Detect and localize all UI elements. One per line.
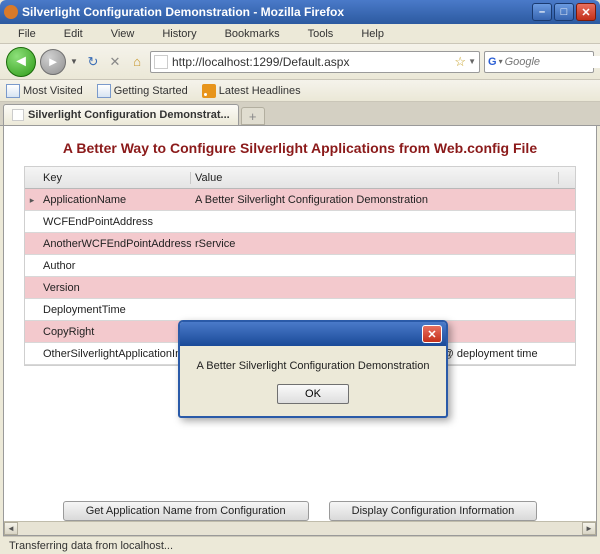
menu-view[interactable]: View <box>97 26 149 42</box>
scroll-right-icon[interactable]: ► <box>582 522 596 535</box>
horizontal-scrollbar[interactable]: ◄ ► <box>4 521 596 535</box>
get-app-name-button[interactable]: Get Application Name from Configuration <box>63 501 309 521</box>
window-title: Silverlight Configuration Demonstration … <box>22 5 532 19</box>
cell-key: ApplicationName <box>39 194 191 206</box>
close-button[interactable]: ✕ <box>576 3 596 21</box>
scroll-left-icon[interactable]: ◄ <box>4 522 18 535</box>
table-row[interactable]: Author <box>25 255 575 277</box>
cell-key: DeploymentTime <box>39 304 191 316</box>
cell-value: rService <box>191 238 559 250</box>
grid-header: Key Value <box>25 167 575 189</box>
dialog-close-button[interactable]: ✕ <box>422 325 442 343</box>
google-icon[interactable]: G <box>488 55 497 69</box>
menu-file[interactable]: File <box>4 26 50 42</box>
cell-key: WCFEndPointAddress <box>39 216 191 228</box>
bookmark-label: Latest Headlines <box>219 85 301 97</box>
cell-key: OtherSilverlightApplicationInfo <box>39 348 191 360</box>
dialog-ok-button[interactable]: OK <box>277 384 349 404</box>
firefox-icon <box>4 5 18 19</box>
menu-tools[interactable]: Tools <box>294 26 348 42</box>
bookmark-label: Getting Started <box>114 85 188 97</box>
bookmark-star-icon[interactable]: ☆ <box>454 54 466 70</box>
menu-help[interactable]: Help <box>347 26 398 42</box>
scroll-track[interactable] <box>18 522 582 535</box>
tab-bar: Silverlight Configuration Demonstrat... … <box>0 102 600 126</box>
table-row[interactable]: Version <box>25 277 575 299</box>
cell-key: Version <box>39 282 191 294</box>
page-icon <box>97 84 111 98</box>
cell-value: A Better Silverlight Configuration Demon… <box>191 194 559 206</box>
navigation-toolbar: ◄ ► ▼ ↻ ✕ ⌂ ☆ ▼ G ▾ <box>0 44 600 80</box>
tab-active[interactable]: Silverlight Configuration Demonstrat... <box>3 104 239 125</box>
search-bar[interactable]: G ▾ <box>484 51 594 73</box>
tab-favicon <box>12 109 24 121</box>
bookmark-getting-started[interactable]: Getting Started <box>97 84 188 98</box>
home-icon[interactable]: ⌂ <box>128 53 146 71</box>
cell-key: Author <box>39 260 191 272</box>
forward-button[interactable]: ► <box>40 49 66 75</box>
status-text: Transferring data from localhost... <box>9 540 173 552</box>
url-input[interactable] <box>172 55 452 69</box>
menu-edit[interactable]: Edit <box>50 26 97 42</box>
table-row[interactable]: DeploymentTime <box>25 299 575 321</box>
table-row[interactable]: ApplicationNameA Better Silverlight Conf… <box>25 189 575 211</box>
url-dropdown-icon[interactable]: ▼ <box>468 57 476 66</box>
page-content: A Better Way to Configure Silverlight Ap… <box>3 126 597 536</box>
url-bar[interactable]: ☆ ▼ <box>150 51 480 73</box>
rss-icon <box>202 84 216 98</box>
table-row[interactable]: WCFEndPointAddress <box>25 211 575 233</box>
display-config-button[interactable]: Display Configuration Information <box>329 501 538 521</box>
button-row: Get Application Name from Configuration … <box>4 501 596 521</box>
alert-dialog: ✕ A Better Silverlight Configuration Dem… <box>178 320 448 418</box>
back-button[interactable]: ◄ <box>6 47 36 77</box>
page-favicon <box>154 55 168 69</box>
row-indicator <box>25 194 39 206</box>
bookmarks-toolbar: Most Visited Getting Started Latest Head… <box>0 80 600 102</box>
cell-key: CopyRight <box>39 326 191 338</box>
status-bar: Transferring data from localhost... <box>3 536 597 554</box>
window-buttons: – □ ✕ <box>532 3 596 21</box>
menu-bar: File Edit View History Bookmarks Tools H… <box>0 24 600 44</box>
menu-bookmarks[interactable]: Bookmarks <box>211 26 294 42</box>
column-value[interactable]: Value <box>191 172 559 184</box>
window-titlebar: Silverlight Configuration Demonstration … <box>0 0 600 24</box>
bookmark-latest-headlines[interactable]: Latest Headlines <box>202 84 301 98</box>
reload-icon[interactable]: ↻ <box>84 53 102 71</box>
stop-icon[interactable]: ✕ <box>106 53 124 71</box>
new-tab-button[interactable]: + <box>241 107 265 125</box>
search-engine-dropdown-icon[interactable]: ▾ <box>499 57 503 66</box>
page-heading: A Better Way to Configure Silverlight Ap… <box>4 126 596 166</box>
search-input[interactable] <box>505 56 600 68</box>
column-key[interactable]: Key <box>39 172 191 184</box>
tab-label: Silverlight Configuration Demonstrat... <box>28 109 230 121</box>
page-icon <box>6 84 20 98</box>
maximize-button[interactable]: □ <box>554 3 574 21</box>
history-dropdown-icon[interactable]: ▼ <box>70 57 80 66</box>
minimize-button[interactable]: – <box>532 3 552 21</box>
dialog-message: A Better Silverlight Configuration Demon… <box>180 346 446 378</box>
bookmark-most-visited[interactable]: Most Visited <box>6 84 83 98</box>
dialog-titlebar: ✕ <box>180 322 446 346</box>
cell-key: AnotherWCFEndPointAddress <box>39 238 191 250</box>
menu-history[interactable]: History <box>148 26 210 42</box>
table-row[interactable]: AnotherWCFEndPointAddressrService <box>25 233 575 255</box>
bookmark-label: Most Visited <box>23 85 83 97</box>
